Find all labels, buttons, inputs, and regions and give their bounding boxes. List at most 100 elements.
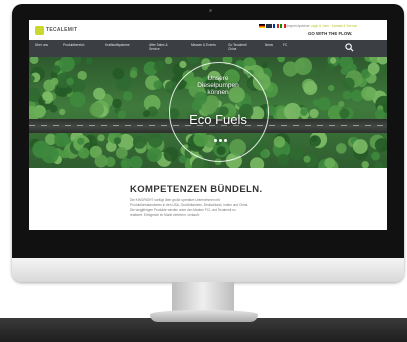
tree-canopy: [78, 147, 90, 159]
tree-canopy: [153, 80, 163, 90]
slider-dot[interactable]: [214, 139, 217, 142]
tree-canopy: [77, 137, 85, 145]
nav-item-products[interactable]: Produktbereich: [63, 43, 89, 47]
tree-canopy: [97, 134, 105, 142]
tree-canopy: [112, 98, 122, 109]
tree-canopy: [340, 67, 348, 75]
tree-canopy: [49, 104, 58, 113]
hero-line-1: Unsere: [207, 75, 229, 82]
slider-dots[interactable]: [214, 139, 227, 142]
tree-canopy: [342, 90, 352, 100]
site-header: TECALEMIT Ansprechpartner Login & Jobs ·…: [29, 20, 387, 40]
tree-canopy: [178, 155, 187, 164]
top-link-contact[interactable]: Ansprechpartner: [286, 24, 310, 28]
tree-canopy: [112, 67, 125, 80]
hero-headline: Eco Fuels: [189, 112, 247, 127]
top-links: Ansprechpartner Login & Jobs · Kontakt &…: [286, 24, 357, 28]
tree-canopy: [336, 143, 347, 154]
tree-canopy: [367, 62, 380, 75]
tree-canopy: [350, 89, 363, 102]
tree-canopy: [148, 133, 163, 148]
tree-canopy: [94, 154, 108, 168]
tree-canopy: [29, 57, 39, 64]
tree-canopy: [326, 63, 334, 72]
tree-canopy: [371, 151, 380, 161]
tree-canopy: [261, 62, 268, 69]
hero-line-2: Dieselpumpen: [197, 82, 239, 89]
main-nav: Über uns Produktbereich Kraftstoffsystem…: [29, 40, 387, 57]
nav-item-events[interactable]: Messen & Events: [191, 43, 217, 47]
tree-canopy: [352, 139, 368, 154]
nav-item-after-sales[interactable]: After Sales & Service: [149, 43, 175, 51]
tree-canopy: [277, 57, 285, 63]
tree-canopy: [41, 145, 59, 164]
section-body: Die KINGRIGHT sorfügt über große operati…: [130, 198, 280, 218]
camera-dot: [209, 9, 212, 12]
tree-canopy: [282, 61, 299, 77]
hero-line-3: können: [207, 89, 229, 96]
tree-canopy: [115, 147, 128, 159]
nav-item-about[interactable]: Über uns: [35, 43, 61, 47]
tree-canopy: [342, 77, 355, 90]
tree-canopy: [303, 81, 318, 95]
tree-canopy: [60, 149, 70, 159]
top-link-login[interactable]: Login & Jobs · Kontakt & Service: [310, 24, 357, 28]
tree-canopy: [164, 57, 173, 65]
tree-canopy: [289, 146, 304, 161]
body-line: realisiert. Erfolgreich im Markt vertret…: [130, 213, 200, 217]
tree-canopy: [69, 91, 86, 108]
tree-canopy: [163, 146, 179, 162]
tree-canopy: [50, 77, 59, 86]
tree-canopy: [146, 147, 162, 163]
tree-canopy: [122, 91, 133, 101]
tree-canopy: [85, 57, 93, 65]
tree-canopy: [132, 135, 147, 149]
tree-canopy: [59, 108, 66, 116]
logo-icon[interactable]: [35, 26, 44, 35]
website-screen: TECALEMIT Ansprechpartner Login & Jobs ·…: [29, 20, 387, 230]
tree-canopy: [339, 108, 350, 119]
tree-canopy: [361, 86, 376, 101]
hero-banner: Unsere Dieselpumpen können Eco Fuels: [29, 57, 387, 168]
tree-canopy: [52, 65, 61, 74]
flag-fr-icon[interactable]: [273, 24, 279, 28]
tree-canopy: [338, 101, 345, 108]
nav-item-fuel-systems[interactable]: Kraftstoffsysteme: [105, 43, 131, 47]
tree-canopy: [186, 57, 200, 65]
tree-canopy: [54, 131, 70, 147]
tree-canopy: [309, 108, 319, 119]
tree-canopy: [179, 60, 187, 69]
search-icon[interactable]: [345, 43, 354, 52]
tree-canopy: [117, 110, 127, 119]
monitor-stand-base: [150, 310, 258, 322]
tree-canopy: [42, 91, 53, 102]
tree-canopy: [330, 57, 337, 64]
monitor-chin: [12, 258, 404, 282]
section-title: KOMPETENZEN BÜNDELN.: [130, 184, 263, 195]
tree-canopy: [89, 102, 104, 117]
tree-canopy: [300, 108, 308, 116]
tree-canopy: [66, 77, 74, 86]
slider-dot[interactable]: [224, 139, 227, 142]
tree-canopy: [303, 155, 311, 163]
tree-canopy: [250, 157, 265, 168]
flag-gb-icon[interactable]: [266, 24, 272, 28]
tree-canopy: [310, 135, 318, 142]
tree-canopy: [361, 161, 369, 168]
tree-canopy: [324, 157, 336, 168]
tree-canopy: [328, 84, 335, 92]
site-logo[interactable]: TECALEMIT: [46, 27, 77, 33]
tree-canopy: [277, 153, 290, 166]
language-switcher: [259, 24, 286, 28]
tree-canopy: [65, 86, 73, 94]
slogan: GO WITH THE FLOW.: [308, 31, 353, 36]
slider-dot[interactable]: [219, 139, 222, 142]
tree-canopy: [273, 136, 286, 148]
tree-canopy: [374, 161, 384, 168]
tree-canopy: [154, 60, 165, 72]
tree-canopy: [129, 70, 138, 79]
nav-item-fc[interactable]: FC: [283, 43, 309, 47]
flag-de-icon[interactable]: [259, 24, 265, 28]
nav-item-china[interactable]: Go Tecalemit China: [228, 43, 254, 51]
tree-canopy: [283, 102, 302, 121]
